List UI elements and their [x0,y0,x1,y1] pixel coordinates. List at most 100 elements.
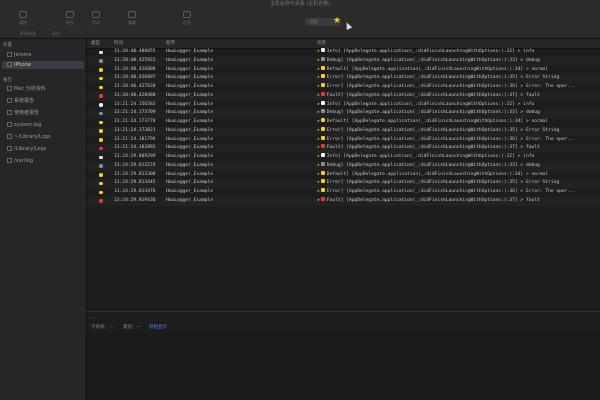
fault-icon [320,144,325,149]
log-message: ★ Debug] [AppDelegate.application(_:didFi… [317,161,600,171]
log-text: [AppDelegate.application(_:didFinishLaun… [351,66,549,72]
reload-button[interactable]: 重载 [120,9,144,31]
log-time: 13:20:40.426000 [114,66,156,72]
sidebar-item-report[interactable]: /Library/Logs [2,145,84,153]
log-tag: Error [326,136,341,142]
log-row[interactable]: 13:21:24.173709 HouLogger_Example ★ Debug] … [87,109,600,118]
document-icon [7,86,12,91]
log-row[interactable]: 13:24:29.814476 HouLogger_Example ★ Error] … [87,188,600,197]
folder-icon [7,134,12,139]
log-row[interactable]: 13:20:40.427630 HouLogger_Example ★ Error] … [87,83,600,92]
sidebar-item-report[interactable]: /var/log [2,157,84,165]
log-row[interactable]: 13:21:24.156583 HouLogger_Example ★ Info] [… [87,100,600,110]
now-button[interactable]: 现在 [58,9,82,31]
log-time: 13:21:24.181796 [114,136,156,142]
log-time: 13:20:40.425922 [114,57,156,63]
sidebar-item-report[interactable]: Mac 分析资料 [2,85,84,93]
log-text: [AppDelegate.application(_:didFinishLaun… [346,84,576,89]
log-time: 13:21:24.173778 [114,119,156,124]
default-level-dot-icon [99,173,103,177]
activity-button[interactable]: 活动 [84,9,108,31]
log-time: 13:24:29.809299 [114,154,156,159]
star-icon[interactable]: ★ [333,16,341,26]
fault-level-dot-icon [99,199,103,203]
log-message: ★ Error] [AppDelegate.application(_:didFi… [317,83,600,92]
log-tag: Error [326,127,341,133]
log-time: 13:24:29.813300 [114,171,156,177]
col-type[interactable]: 类型 [91,39,100,48]
info-level-dot-icon [99,103,103,107]
log-row[interactable]: 13:20:40.426000 HouLogger_Example ★ Default… [87,65,600,75]
log-text: [AppDelegate.application(_:didFinishLaun… [346,110,540,116]
log-row[interactable]: 13:24:29.819436 HouLogger_Example ★ Fault] … [87,196,600,206]
error-level-dot-icon [99,190,103,194]
col-process[interactable]: 程序 [166,39,175,48]
clear-button[interactable]: 清除 [10,9,36,31]
log-message: ★ Debug] [AppDelegate.application(_:didFi… [317,109,600,118]
log-row[interactable]: 13:21:24.173778 HouLogger_Example ★ Default… [87,118,600,127]
log-row[interactable]: 13:20:40.428480 HouLogger_Example ★ Fault] … [87,91,600,101]
star-icon: ★ [317,189,320,194]
log-row[interactable]: 13:20:40.480855 HouLogger_Example ★ Info] [… [87,48,600,57]
log-text: [AppDelegate.application(_:didFinishLaun… [346,145,540,151]
log-row[interactable]: 13:21:24.182092 HouLogger_Example ★ Fault] … [87,144,600,153]
log-process: HouLogger_Example [166,84,214,89]
log-process: HouLogger_Example [166,57,214,63]
log-process: HouLogger_Example [166,119,214,124]
sidebar-item-report[interactable]: system.log [2,121,84,129]
log-row[interactable]: 13:24:29.813274 HouLogger_Example ★ Debug] … [87,161,600,171]
info-icon [183,11,191,18]
info-button[interactable]: 信息 [175,9,199,31]
log-row[interactable]: 13:24:29.809299 HouLogger_Example ★ Info] [… [87,153,600,162]
subsystem-label: 子系统：--- [91,325,114,330]
col-time[interactable]: 时间 [114,39,123,48]
debug-level-dot-icon [99,59,103,63]
col-message[interactable]: 讯息 [317,39,326,48]
now-label[interactable]: 现在 [52,30,60,38]
star-icon: ★ [317,101,320,107]
log-message: ★ Fault] [AppDelegate.application(_:didFi… [317,91,600,101]
default-icon [320,65,325,70]
log-row[interactable]: 13:24:29.813445 HouLogger_Example ★ Error] … [87,179,600,188]
log-text: [AppDelegate.application(_:didFinishLaun… [346,127,560,133]
default-level-dot-icon [99,68,103,72]
log-row[interactable]: 13:20:40.425922 HouLogger_Example ★ Debug] … [87,56,600,66]
console-window: 主机名称与关系 (主机名称) 清除 现在 活动 重载 信息 开始流送 现在 搜索… [0,0,600,400]
sidebar-item-report[interactable]: 系统报告 [2,97,84,105]
log-time: 13:20:40.426097 [114,75,156,81]
sidebar-item-device[interactable]: iPhone [2,61,84,69]
log-message: ★ Error] [AppDelegate.application(_:didFi… [317,135,600,145]
phone-icon [7,62,12,67]
info-icon [320,153,325,157]
error-level-dot-icon [99,138,103,142]
star-icon: ★ [317,49,320,54]
debug-icon [320,56,325,61]
log-pane: 类型 时间 程序 讯息 13:20:40.480855 HouLogger_Exa… [87,39,600,400]
log-message: ★ Error] [AppDelegate.application(_:didFi… [317,188,600,197]
sidebar-item-device[interactable]: Jerome [2,51,84,59]
star-icon: ★ [317,145,320,151]
info-level-dot-icon [99,155,103,159]
log-row[interactable]: 13:20:40.426097 HouLogger_Example ★ Error] … [87,74,600,83]
start-streaming-label[interactable]: 开始流送 [20,30,36,38]
star-icon: ★ [317,197,320,203]
log-message: ★ Info] [AppDelegate.application(_:didFin… [317,48,600,57]
log-tag: Fault [326,197,341,203]
log-process: HouLogger_Example [166,66,214,72]
reports-header: 报告 [3,78,12,83]
log-process: HouLogger_Example [166,92,214,98]
log-row[interactable]: 13:24:29.813300 HouLogger_Example ★ Default… [87,170,600,180]
log-tag: Error [326,84,341,89]
log-row[interactable]: 13:21:24.173821 HouLogger_Example ★ Error] … [87,126,600,136]
log-message: ★ Default] [AppDelegate.application(_:did… [317,170,600,180]
star-icon: ★ [317,162,320,168]
log-tag: Error [326,75,341,81]
sidebar-item-report[interactable]: ~/Library/Logs [2,133,84,141]
error-level-dot-icon [99,85,103,89]
log-tag: Fault [326,92,341,98]
debug-level-dot-icon [99,164,103,168]
log-row[interactable]: 13:21:24.181796 HouLogger_Example ★ Error] … [87,135,600,145]
sidebar-item-report[interactable]: 使用者报告 [2,109,84,117]
log-text: [AppDelegate.application(_:didFinishLaun… [343,49,535,54]
show-link[interactable]: 开始显示 [149,323,167,333]
